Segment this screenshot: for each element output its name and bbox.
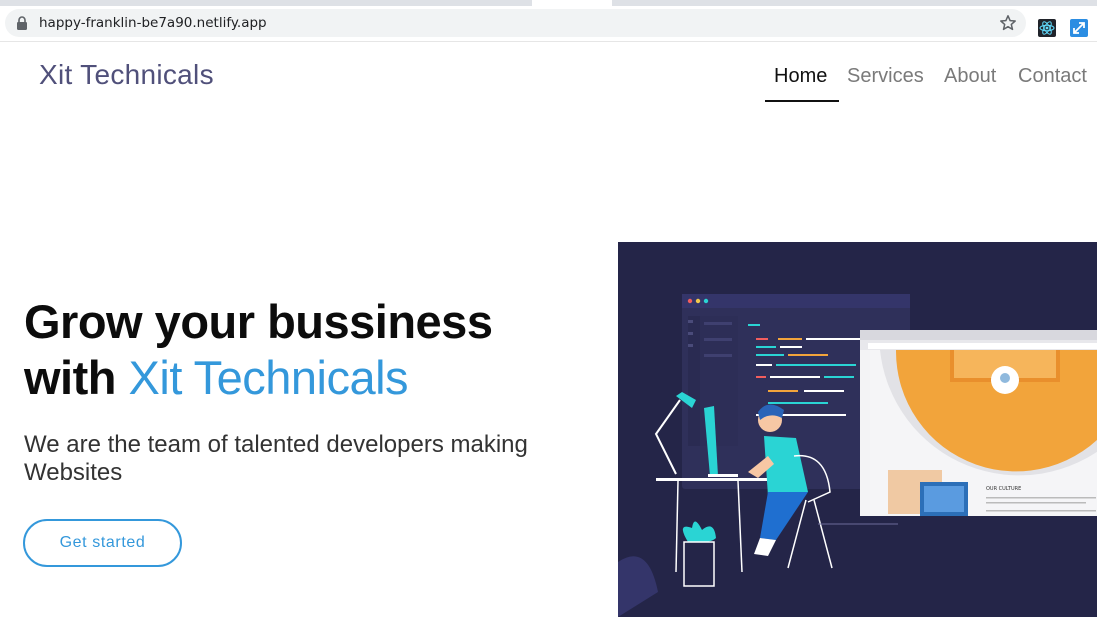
hero-title-brand: Xit Technicals (128, 351, 409, 404)
hero-title-prefix: with (24, 351, 116, 404)
site-logo[interactable]: Xit Technicals (39, 59, 214, 91)
nav-active-indicator (765, 100, 839, 102)
illustration-card-heading: OUR CULTURE (986, 486, 1021, 492)
nav-services[interactable]: Services (847, 65, 924, 88)
browser-toolbar: happy-franklin-be7a90.netlify.app (0, 6, 1097, 42)
hero-illustration: OUR CULTURE (618, 242, 1097, 617)
nav-home[interactable]: Home (774, 65, 827, 88)
address-bar[interactable]: happy-franklin-be7a90.netlify.app (5, 9, 1026, 37)
get-started-button[interactable]: Get started (23, 519, 182, 567)
hero-subtitle: We are the team of talented developers m… (24, 431, 528, 486)
url-text[interactable]: happy-franklin-be7a90.netlify.app (39, 15, 267, 31)
resize-extension-icon[interactable] (1070, 19, 1088, 37)
nav-about[interactable]: About (944, 65, 996, 88)
react-devtools-icon[interactable] (1038, 19, 1056, 37)
hero-title-line1: Grow your bussiness (24, 295, 493, 348)
lock-icon[interactable] (16, 16, 28, 30)
nav-contact[interactable]: Contact (1018, 65, 1087, 88)
star-icon[interactable] (998, 13, 1018, 33)
hero-title: Grow your bussiness with Xit Technicals (24, 294, 493, 406)
